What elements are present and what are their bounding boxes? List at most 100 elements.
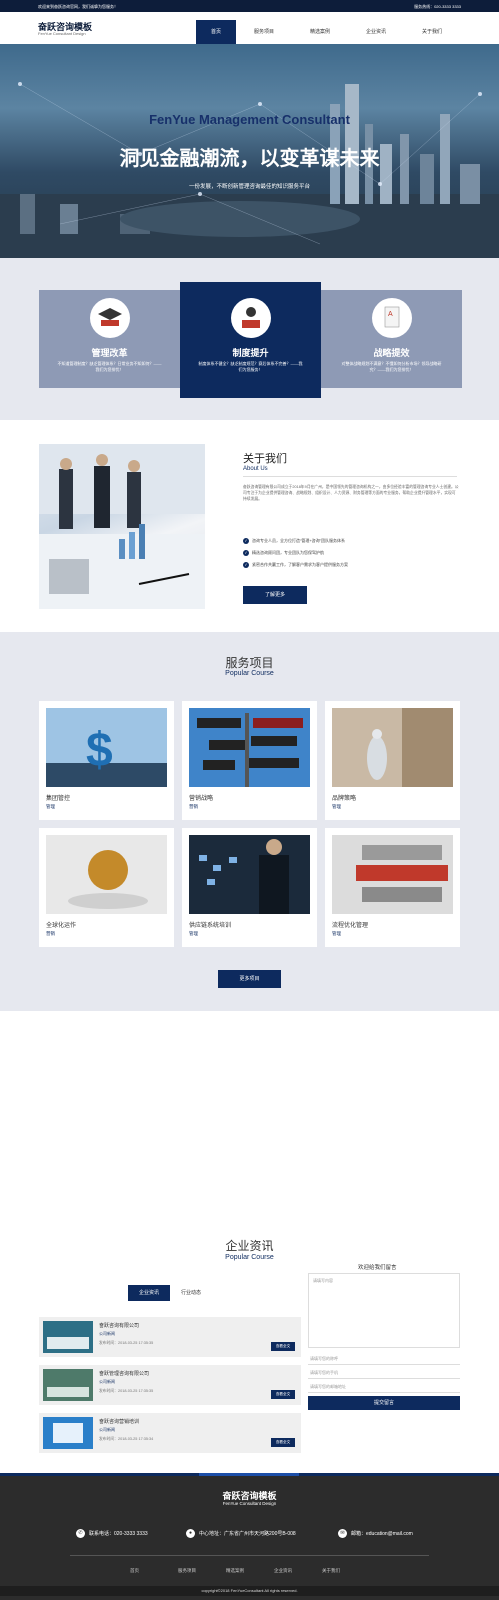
- service-card[interactable]: 全球化运作 营销: [39, 828, 174, 947]
- news-category: 公司新闻: [99, 1331, 115, 1336]
- business-meeting-image: [39, 444, 205, 609]
- tab-company-news[interactable]: 企业资讯: [128, 1285, 170, 1301]
- check-icon: ✓: [243, 550, 249, 556]
- hero-subtitle: 一份发展，不断创新管理咨询最佳的知识服务平台: [188, 184, 310, 190]
- service-name: 流程优化管理: [332, 923, 369, 929]
- learn-more-button[interactable]: 了解更多: [243, 586, 307, 604]
- service-card[interactable]: $ 集团管控 管理: [39, 701, 174, 820]
- services-subtitle: Popular Course: [225, 670, 274, 677]
- features-section: 管理改革 不知道管理制度？缺乏管理体系？日常业务不知如何？——我们为您排忧！ 制…: [0, 258, 499, 420]
- footer-link[interactable]: 关于我们: [322, 1568, 370, 1574]
- name-field[interactable]: 请填写您的称呼: [308, 1353, 460, 1365]
- about-title: 关于我们: [243, 453, 287, 465]
- nav-cases[interactable]: 精选案例: [292, 20, 348, 44]
- main-nav: 首页 服务项目 精选案例 企业资讯 关于我们: [196, 20, 460, 44]
- top-bar: 欢迎来到奋跃咨询官网，我们诚挚为您服务！ 服务热线：020-3333 3333: [0, 0, 499, 12]
- grade-paper-icon: A: [371, 298, 412, 338]
- feature-card-system[interactable]: 制度提升 制度体系不健全？缺乏制度规范？赛后体系不完善？——我们为您服务！: [180, 282, 321, 398]
- news-date: 发布时间：2018-03-25 17:35:34: [99, 1437, 154, 1441]
- read-more-button[interactable]: 查看全文: [271, 1390, 295, 1399]
- news-item[interactable]: 奋跃咨询有限公司 公司新闻 发布时间：2018-03-25 17:35:35 查…: [39, 1317, 301, 1357]
- nav-news[interactable]: 企业资讯: [348, 20, 404, 44]
- dollar-city-image: $: [46, 708, 167, 787]
- news-item[interactable]: 奋跃咨询营销培训 公司新闻 发布时间：2018-03-25 17:35:34 查…: [39, 1413, 301, 1453]
- service-tag: 管理: [46, 804, 55, 809]
- feature-title: 制度提升: [232, 348, 269, 358]
- bullet-item: ✓ 紧密合作共赢工作，了解客户需求为客户提供服务方案: [243, 562, 463, 574]
- news-thumbnail: [43, 1321, 93, 1353]
- footer-link[interactable]: 服务项目: [178, 1568, 226, 1574]
- news-title: 奋跃咨询有限公司: [99, 1323, 140, 1329]
- news-category: 公司新闻: [99, 1427, 115, 1432]
- service-name: 全球化运作: [46, 923, 77, 929]
- email-text: 邮箱：education@mail.com: [351, 1531, 413, 1537]
- news-title: 奋跃咨询营销培训: [99, 1419, 140, 1425]
- news-tabs: 企业资讯 行业动态: [128, 1285, 212, 1301]
- footer-link[interactable]: 企业资讯: [274, 1568, 322, 1574]
- read-more-button[interactable]: 查看全文: [271, 1438, 295, 1447]
- divider: [243, 476, 457, 477]
- service-tag: 管理: [189, 931, 198, 936]
- hero-banner: FenYue Management Consultant 洞见金融潮流，以变革谋…: [0, 44, 499, 258]
- svg-text:$: $: [86, 724, 113, 777]
- logo-subtitle: FenYue Consultant Design: [38, 31, 86, 36]
- location-icon: ●: [186, 1529, 195, 1538]
- service-name: 品牌策略: [332, 796, 357, 802]
- hotline-text: 服务热线：020-3333 3333: [414, 4, 461, 9]
- footer-phone: ✆ 联系电话：020-3333 3333: [76, 1529, 148, 1538]
- bullet-text: 精选咨询顾问团，专业团队为您保驾护航: [252, 550, 324, 555]
- bullet-item: ✓ 咨询专业人员，全方位打造“管理+咨询”团队服务体系: [243, 538, 463, 550]
- nav-home[interactable]: 首页: [196, 20, 236, 44]
- message-textarea[interactable]: 请填写内容: [308, 1273, 460, 1348]
- hero-title-cn: 洞见金融潮流，以变革谋未来: [119, 148, 380, 170]
- about-bullets: ✓ 咨询专业人员，全方位打造“管理+咨询”团队服务体系 ✓ 精选咨询顾问团，专业团队…: [243, 538, 463, 574]
- hero-title-en: FenYue Management Consultant: [149, 112, 350, 127]
- mail-icon: ✉: [338, 1529, 347, 1538]
- service-tag: 管理: [332, 804, 341, 809]
- email-field[interactable]: 请填写您的邮箱地址: [308, 1381, 460, 1393]
- phone-icon: ✆: [76, 1529, 85, 1538]
- feature-title: 战略提效: [373, 348, 410, 358]
- feature-desc: 不知道管理制度？缺乏管理体系？日常业务不知如何？——我们为您排忧！: [57, 361, 162, 372]
- submit-button[interactable]: 提交留言: [308, 1396, 460, 1410]
- bullet-text: 紧密合作共赢工作，了解客户需求为客户提供服务方案: [252, 562, 348, 567]
- more-services-button[interactable]: 更多项目: [218, 970, 281, 988]
- read-more-button[interactable]: 查看全文: [271, 1342, 295, 1351]
- services-title: 服务项目: [225, 656, 274, 670]
- tab-industry-news[interactable]: 行业动态: [170, 1285, 212, 1301]
- reading-person-icon: [230, 298, 271, 338]
- news-title: 企业资讯: [225, 1239, 274, 1253]
- feature-title: 管理改革: [91, 348, 128, 358]
- footer-link[interactable]: 首页: [130, 1568, 178, 1574]
- header: 奋跃咨询模板 FenYue Consultant Design 首页 服务项目 …: [0, 12, 499, 44]
- service-card[interactable]: 供应链系统培训 管理: [182, 828, 317, 947]
- about-section: 关于我们 About Us 奋跃咨询管理有限公司成立于2018年9月在广州，是中…: [0, 420, 499, 632]
- nav-services[interactable]: 服务项目: [236, 20, 292, 44]
- news-date: 发布时间：2018-03-25 17:35:35: [99, 1341, 154, 1345]
- news-section: 企业资讯 Popular Course 企业资讯 行业动态 奋跃咨询有限公司 公…: [0, 1011, 499, 1473]
- service-card[interactable]: 品牌策略 管理: [325, 701, 460, 820]
- phone-field[interactable]: 请填写您的手机: [308, 1367, 460, 1379]
- services-section: 服务项目 Popular Course $ 集团管控 管理 营销战略 营销 品牌…: [0, 632, 499, 1011]
- news-subtitle: Popular Course: [225, 1254, 274, 1261]
- news-category: 公司新闻: [99, 1379, 115, 1384]
- service-tag: 营销: [189, 804, 198, 809]
- feature-card-strategy[interactable]: A 战略提效 对整体战略规划不满意？不懂如何分析市场？领导战略研究？——我们为您…: [321, 290, 462, 388]
- golden-globe-image: [46, 835, 167, 914]
- footer-nav: 首页 服务项目 精选案例 企业资讯 关于我们: [130, 1568, 370, 1574]
- businessman-network-image: [189, 835, 310, 914]
- phone-text: 联系电话：020-3333 3333: [89, 1531, 148, 1537]
- service-card[interactable]: 流程优化管理 管理: [325, 828, 460, 947]
- news-item[interactable]: 奋跃管理咨询有限公司 公司新闻 发布时间：2018-03-25 17:35:35…: [39, 1365, 301, 1405]
- news-thumbnail: [43, 1417, 93, 1449]
- service-tag: 管理: [332, 931, 341, 936]
- service-name: 营销战略: [189, 796, 214, 802]
- address-text: 中心地址：广东省广州市天河路200号B-008: [199, 1531, 296, 1537]
- service-card[interactable]: 营销战略 营销: [182, 701, 317, 820]
- check-icon: ✓: [243, 562, 249, 568]
- feature-card-management[interactable]: 管理改革 不知道管理制度？缺乏管理体系？日常业务不知如何？——我们为您排忧！: [39, 290, 180, 388]
- nav-about[interactable]: 关于我们: [404, 20, 460, 44]
- check-icon: ✓: [243, 538, 249, 544]
- svg-text:A: A: [388, 311, 393, 318]
- footer-link[interactable]: 精选案例: [226, 1568, 274, 1574]
